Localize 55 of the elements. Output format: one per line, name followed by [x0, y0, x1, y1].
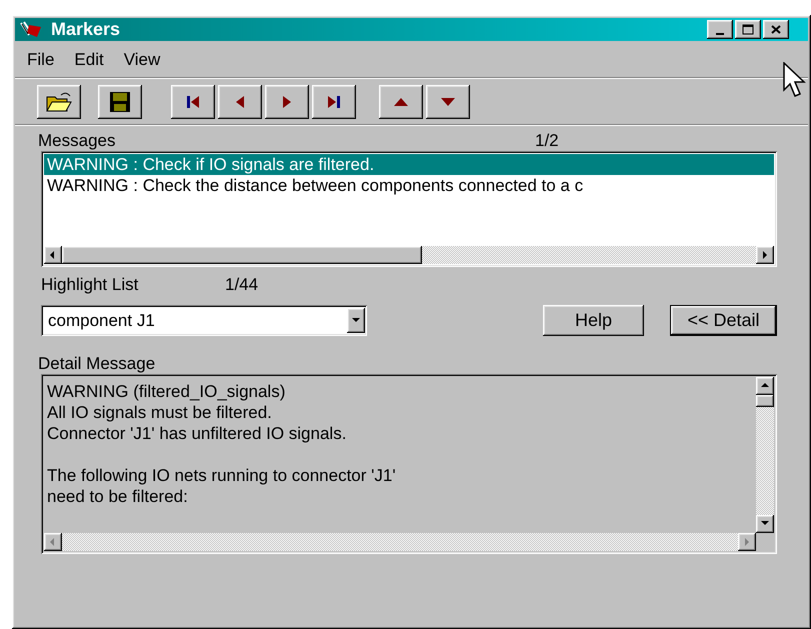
- scroll-thumb[interactable]: [756, 395, 774, 407]
- arrow-right-icon: [760, 250, 770, 260]
- up-button[interactable]: [379, 85, 423, 119]
- highlight-list-label: Highlight List: [41, 275, 140, 295]
- detail-button[interactable]: << Detail: [670, 305, 777, 336]
- scroll-right-button[interactable]: [756, 246, 774, 264]
- scroll-right-button[interactable]: [738, 533, 756, 551]
- arrow-right-icon: [742, 537, 752, 547]
- arrow-left-icon: [235, 95, 245, 109]
- detail-message-label: Detail Message: [38, 354, 156, 374]
- scroll-down-button[interactable]: [756, 515, 774, 533]
- skip-to-start-icon: [186, 95, 200, 109]
- maximize-button[interactable]: [735, 20, 761, 39]
- detail-line: need to be filtered:: [47, 486, 189, 507]
- maximize-icon: [742, 24, 754, 35]
- save-button[interactable]: [98, 85, 142, 119]
- message-item[interactable]: WARNING : Check if IO signals are filtered.: [44, 154, 774, 175]
- message-item[interactable]: WARNING : Check the distance between components connected to a c: [44, 175, 774, 196]
- last-button[interactable]: [312, 85, 356, 119]
- detail-line: WARNING (filtered_IO_signals): [47, 381, 286, 402]
- detail-message-box[interactable]: WARNING (filtered_IO_signals) All IO signals must be filtered. Connector 'J1' has unfiltered IO signals. The following IO nets running to connector 'J1' need to be filtered:: [41, 374, 777, 554]
- highlight-counter: 1/44: [225, 275, 258, 295]
- open-button[interactable]: [37, 85, 81, 119]
- horizontal-scrollbar[interactable]: [44, 246, 774, 264]
- horizontal-scrollbar[interactable]: [44, 533, 756, 551]
- menu-item[interactable]: File: [21, 50, 60, 70]
- menu-item[interactable]: View: [118, 50, 166, 70]
- next-button[interactable]: [265, 85, 309, 119]
- scroll-left-button[interactable]: [44, 246, 62, 264]
- arrow-up-icon: [393, 97, 409, 107]
- minimize-button[interactable]: [707, 20, 733, 39]
- arrow-down-icon: [440, 97, 456, 107]
- window-title: Markers: [51, 19, 120, 40]
- previous-button[interactable]: [218, 85, 262, 119]
- scroll-left-button[interactable]: [44, 533, 62, 551]
- messages-label: Messages: [38, 131, 116, 151]
- detail-line: Connector 'J1' has unfiltered IO signals.: [47, 423, 348, 444]
- scroll-thumb[interactable]: [62, 246, 422, 264]
- arrow-right-icon: [282, 95, 292, 109]
- first-button[interactable]: [171, 85, 215, 119]
- vertical-scrollbar[interactable]: [756, 377, 774, 533]
- highlight-dropdown[interactable]: component J1: [41, 305, 367, 336]
- message-counter: 1/2: [535, 131, 559, 151]
- help-button[interactable]: Help: [543, 305, 644, 336]
- minimize-icon: [716, 32, 724, 34]
- skip-to-end-icon: [327, 95, 341, 109]
- down-button[interactable]: [426, 85, 470, 119]
- detail-line: The following IO nets running to connector 'J1': [47, 465, 397, 486]
- close-button[interactable]: [763, 20, 789, 39]
- menu-item[interactable]: Edit: [68, 50, 110, 70]
- scroll-up-button[interactable]: [756, 377, 774, 395]
- close-icon: [771, 25, 781, 34]
- detail-line: All IO signals must be filtered.: [47, 402, 273, 423]
- folder-icon: [45, 91, 73, 113]
- mouse-cursor-icon: [783, 62, 807, 98]
